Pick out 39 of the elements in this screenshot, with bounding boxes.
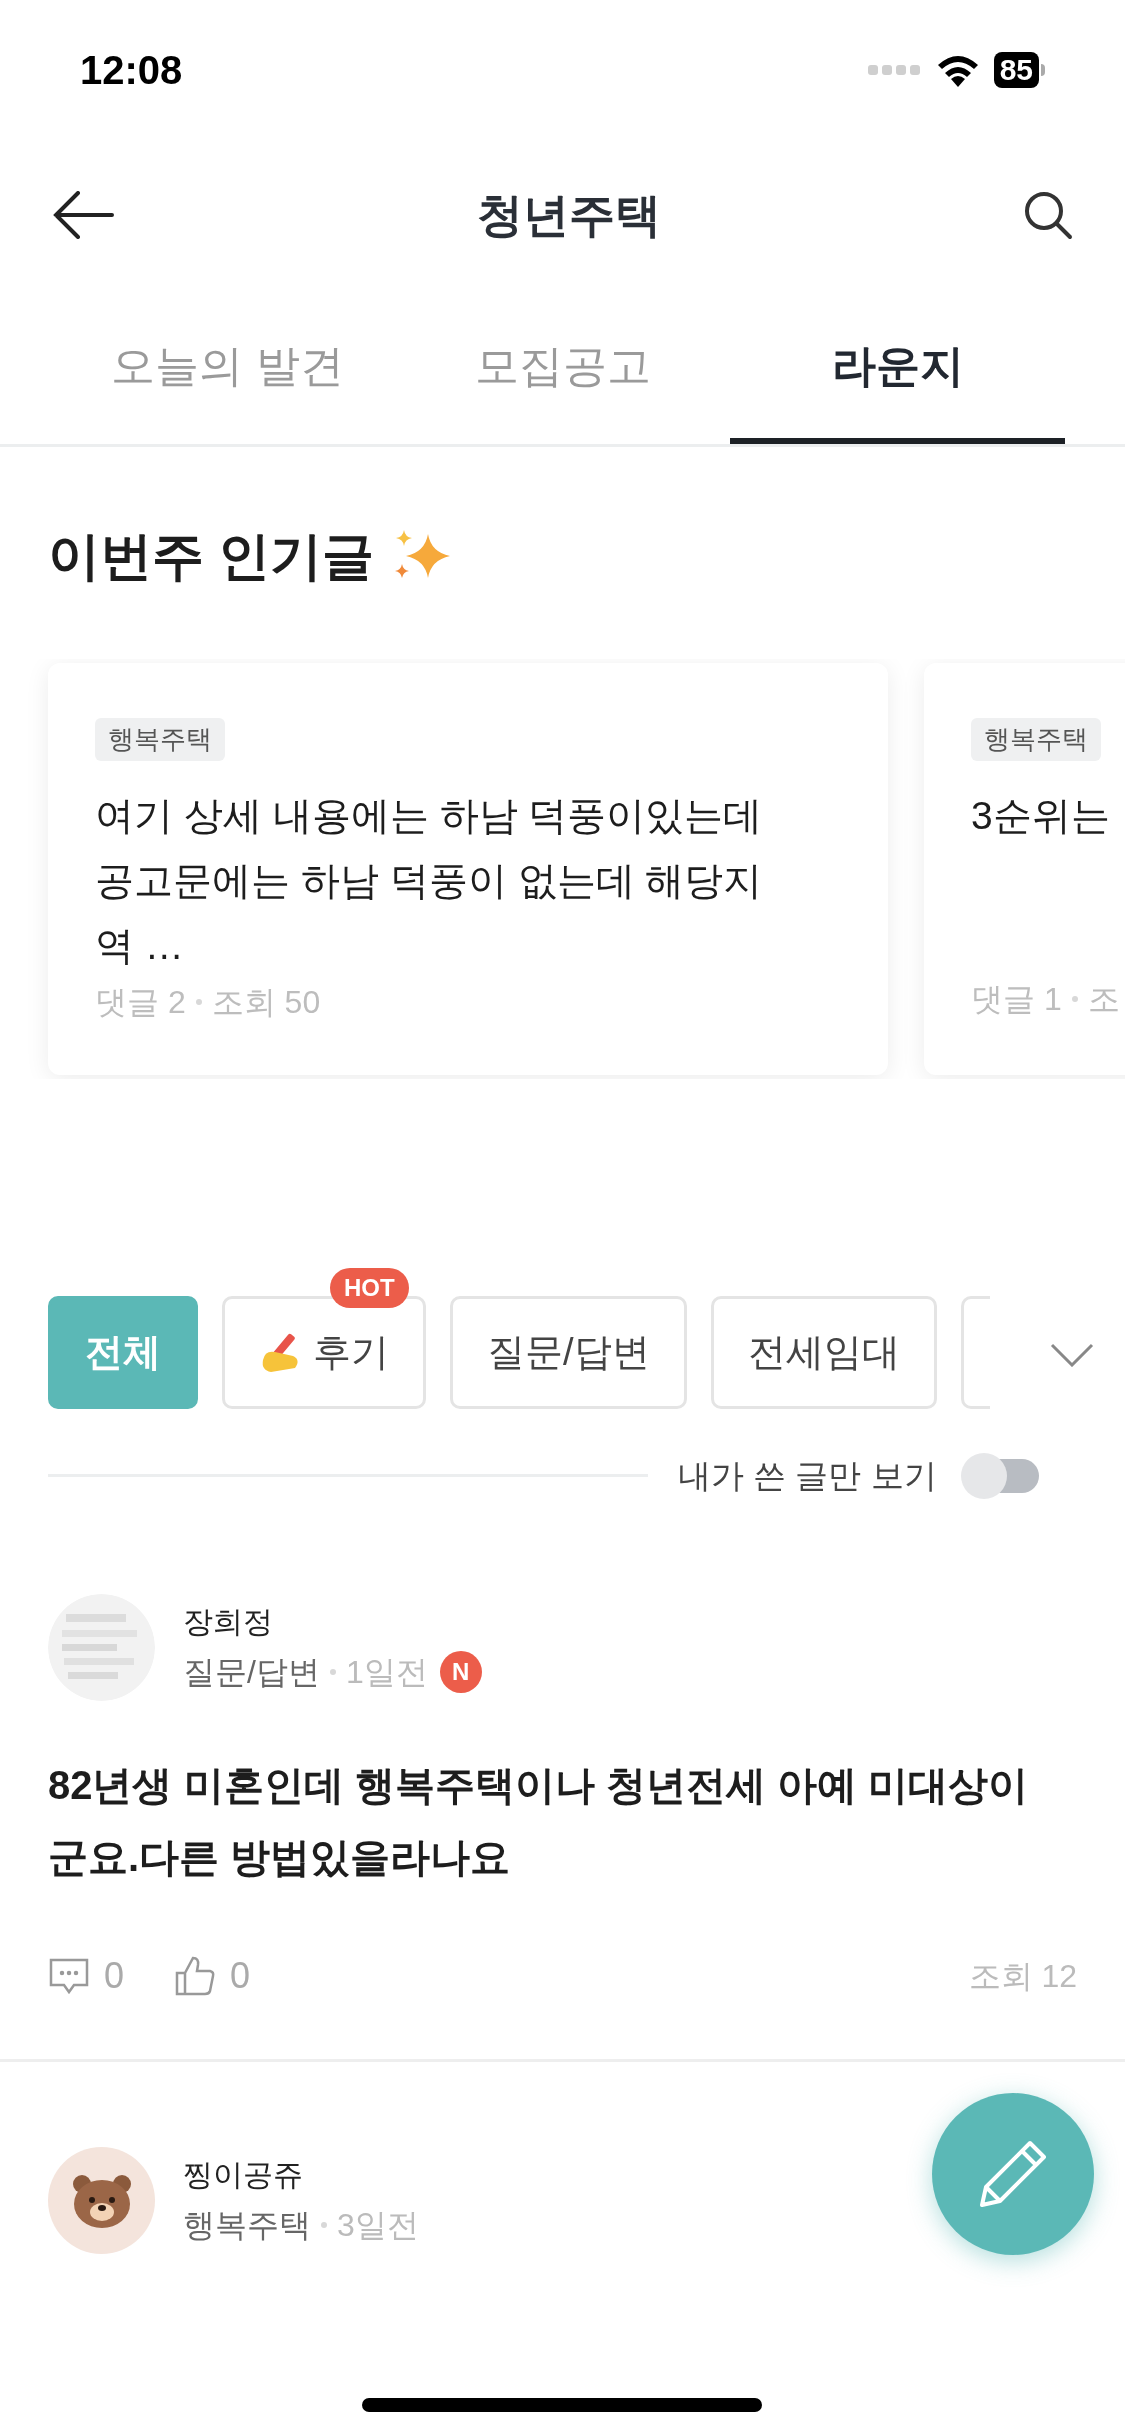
comment-count: 댓글 2	[95, 983, 186, 1022]
post-time: 3일전	[337, 2205, 419, 2245]
status-time: 12:08	[80, 47, 183, 94]
category-tag: 행복주택	[971, 718, 1101, 761]
search-icon[interactable]	[1023, 190, 1073, 240]
page-title: 청년주택	[476, 187, 661, 243]
author-name: 장희정	[183, 1603, 274, 1640]
category-chip[interactable]: 후기	[222, 1296, 426, 1409]
view-count: 조회 50	[211, 983, 321, 1022]
write-button[interactable]	[932, 2093, 1094, 2255]
battery-indicator: 85	[993, 52, 1045, 88]
category-chip[interactable]: 전세임대	[710, 1296, 937, 1409]
tab[interactable]: 라운지	[730, 294, 1065, 444]
section-title: 이번주 인기글	[48, 526, 375, 587]
post-card[interactable]: 행복주택 3순위는 댓글 1 조	[924, 663, 1125, 1075]
post-excerpt: 3순위는	[971, 793, 1111, 839]
author-name: 찡이공쥬	[183, 2156, 304, 2193]
signal-icon	[867, 64, 922, 76]
view-count: 조	[1087, 980, 1120, 1019]
post-title: 82년생 미혼인데 행복주택이나 청년전세 아예 미대상이 군요.다른 방법있을라나요	[48, 1761, 1030, 1881]
comment-count: 댓글 1	[971, 980, 1062, 1019]
post-category: 행복주택	[183, 2205, 311, 2245]
view-count: 조회 12	[968, 1956, 1077, 1996]
toggle-label: 내가 쓴 글만 보기	[678, 1456, 937, 1496]
back-arrow-icon[interactable]	[52, 191, 114, 239]
hot-badge: HOT	[330, 1268, 409, 1308]
pencil-icon	[978, 2139, 1048, 2209]
toggle-switch[interactable]	[960, 1452, 1041, 1499]
post-excerpt: 여기 상세 내용에는 하남 덕풍이있는데 공고문에는 하남 덕풍이 없는데 해당지역 …	[95, 793, 764, 969]
category-chip[interactable]: 질문/답변	[450, 1296, 687, 1409]
chevron-down-icon[interactable]	[1050, 1342, 1094, 1367]
like-count: 0	[230, 1953, 251, 1998]
thumbs-up-icon	[174, 1954, 217, 1997]
post-time: 1일전	[345, 1652, 428, 1692]
new-badge: N	[439, 1650, 482, 1693]
post-category: 질문/답변	[183, 1652, 320, 1692]
post-card[interactable]: 행복주택 여기 상세 내용에는 하남 덕풍이있는데 공고문에는 하남 덕풍이 없는데 해당지역 … 댓글 2 조회 50	[48, 663, 888, 1075]
comment-count: 0	[104, 1953, 125, 1998]
category-tag: 행복주택	[95, 718, 225, 761]
